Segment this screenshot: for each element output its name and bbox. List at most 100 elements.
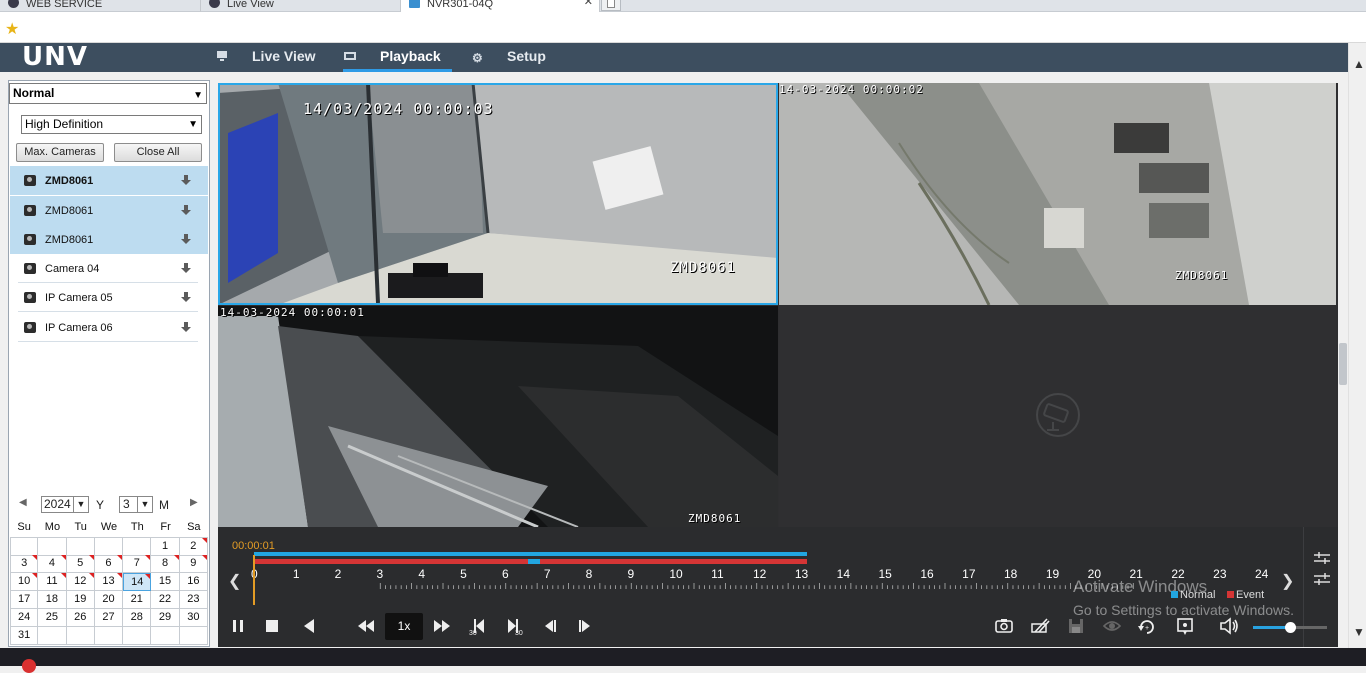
camera-item[interactable]: IP Camera 05 — [10, 283, 208, 312]
calendar-day[interactable]: 26 — [66, 609, 95, 627]
skip-forward-30-button[interactable]: 30 — [503, 615, 525, 637]
speed-up-button[interactable] — [431, 615, 453, 637]
browser-tab-web-service[interactable]: WEB SERVICE — [0, 0, 201, 12]
camera-item[interactable]: ZMD8061 — [10, 166, 208, 195]
zoom-in-icon[interactable] — [1313, 573, 1331, 585]
calendar-day[interactable]: 19 — [66, 591, 95, 609]
download-icon[interactable] — [180, 322, 192, 334]
calendar-day[interactable]: 30 — [179, 609, 208, 627]
calendar-day[interactable]: 4 — [38, 555, 67, 573]
calendar-day[interactable]: 11 — [38, 573, 67, 591]
new-tab-button[interactable] — [601, 0, 621, 11]
nav-setup[interactable]: ⚙ Setup — [472, 43, 552, 72]
zoom-out-icon[interactable] — [1313, 552, 1331, 564]
calendar-day[interactable]: 28 — [123, 609, 152, 627]
download-icon[interactable] — [180, 292, 192, 304]
pause-button[interactable] — [227, 615, 249, 637]
calendar-day[interactable] — [94, 538, 124, 556]
timeline-prev-icon[interactable]: ❮ — [228, 571, 241, 591]
volume-slider[interactable] — [1253, 622, 1327, 633]
download-icon[interactable] — [180, 263, 192, 275]
previous-frame-button[interactable] — [539, 615, 561, 637]
scroll-up-icon[interactable]: ▲ — [1353, 57, 1365, 71]
clip-button[interactable] — [1029, 615, 1051, 637]
panel-collapse-handle[interactable] — [1339, 343, 1347, 385]
nav-playback[interactable]: Playback — [343, 43, 452, 72]
calendar-day[interactable]: 10 — [10, 573, 39, 591]
camera-item[interactable]: ZMD8061 — [10, 196, 208, 225]
skip-back-30-button[interactable]: 30 — [467, 615, 489, 637]
favorites-star-icon[interactable]: ★ — [5, 19, 19, 39]
prev-month-icon[interactable]: ◀ — [19, 497, 27, 508]
video-window-4-empty[interactable] — [779, 306, 1336, 527]
calendar-day[interactable] — [151, 627, 180, 645]
quality-select[interactable]: High Definition ▼ — [21, 115, 202, 134]
volume-button[interactable] — [1218, 615, 1240, 637]
calendar-day[interactable] — [66, 538, 95, 556]
calendar-day[interactable]: 16 — [179, 573, 208, 591]
year-select[interactable]: 2024 ▼ — [41, 496, 89, 513]
calendar-day[interactable]: 13 — [94, 573, 124, 591]
browser-tab-nvr[interactable]: NVR301-04Q ✕ — [401, 0, 600, 12]
calendar-day[interactable]: 20 — [94, 591, 124, 609]
calendar-day[interactable] — [123, 538, 152, 556]
reverse-play-button[interactable] — [298, 615, 320, 637]
next-month-icon[interactable]: ▶ — [190, 497, 198, 508]
calendar-day[interactable]: 23 — [179, 591, 208, 609]
timeline-next-icon[interactable]: ❯ — [1281, 571, 1294, 591]
calendar-day[interactable] — [66, 627, 95, 645]
mode-select[interactable]: Normal ▼ — [9, 83, 207, 104]
tag-button[interactable] — [1174, 615, 1196, 637]
calendar-day[interactable]: 7 — [123, 555, 152, 573]
calendar-day[interactable]: 12 — [66, 573, 95, 591]
calendar-day-today[interactable]: 14 — [123, 573, 152, 591]
camera-item[interactable]: ZMD8061 — [10, 225, 208, 254]
timeline-cursor[interactable] — [253, 555, 255, 605]
calendar-day[interactable]: 8 — [151, 555, 180, 573]
calendar-day[interactable]: 3 — [10, 555, 39, 573]
calendar-day[interactable]: 9 — [179, 555, 208, 573]
save-button[interactable] — [1065, 615, 1087, 637]
calendar-day[interactable]: 2 — [179, 538, 208, 556]
camera-item[interactable]: Camera 04 — [10, 254, 208, 283]
close-all-button[interactable]: Close All — [114, 143, 202, 162]
snapshot-button[interactable] — [993, 615, 1015, 637]
calendar-day[interactable]: 29 — [151, 609, 180, 627]
calendar-day[interactable] — [123, 627, 152, 645]
max-cameras-button[interactable]: Max. Cameras — [16, 143, 104, 162]
calendar-day[interactable] — [10, 538, 39, 556]
download-icon[interactable] — [180, 175, 192, 187]
browser-tab-live-view[interactable]: Live View — [201, 0, 401, 12]
calendar-day[interactable]: 22 — [151, 591, 180, 609]
download-icon[interactable] — [180, 205, 192, 217]
calendar-day[interactable] — [38, 627, 67, 645]
scroll-down-icon[interactable]: ▼ — [1353, 625, 1365, 639]
volume-knob[interactable] — [1285, 622, 1296, 633]
calendar-day[interactable]: 31 — [10, 627, 39, 645]
calendar-day[interactable]: 27 — [94, 609, 124, 627]
download-icon[interactable] — [180, 234, 192, 246]
month-select[interactable]: 3 ▼ — [119, 496, 153, 513]
video-window-3[interactable]: 14-03-2024 00:00:01 ZMD8061 — [218, 306, 778, 527]
calendar-day[interactable]: 25 — [38, 609, 67, 627]
calendar-day[interactable]: 1 — [151, 538, 180, 556]
slow-down-button[interactable] — [355, 615, 377, 637]
close-icon[interactable]: ✕ — [584, 0, 593, 8]
video-window-2[interactable]: 14-03-2024 00:00:02 ZMD8061 — [779, 83, 1336, 305]
normal-record-bar[interactable] — [254, 552, 807, 556]
calendar-day[interactable] — [179, 627, 208, 645]
calendar-day[interactable]: 5 — [66, 555, 95, 573]
calendar-day[interactable]: 17 — [10, 591, 39, 609]
sync-button[interactable]: + — [1136, 615, 1158, 637]
digital-zoom-button[interactable] — [1101, 615, 1123, 637]
calendar-day[interactable] — [94, 627, 124, 645]
page-scrollbar[interactable]: ▲ ▼ — [1348, 43, 1366, 648]
stop-button[interactable] — [261, 615, 283, 637]
camera-item[interactable]: IP Camera 06 — [10, 313, 208, 342]
nav-live-view[interactable]: Live View — [216, 43, 316, 72]
calendar-day[interactable]: 21 — [123, 591, 152, 609]
calendar-day[interactable] — [38, 538, 67, 556]
next-frame-button[interactable] — [574, 615, 596, 637]
calendar-day[interactable]: 15 — [151, 573, 180, 591]
app-icon[interactable] — [22, 659, 36, 673]
